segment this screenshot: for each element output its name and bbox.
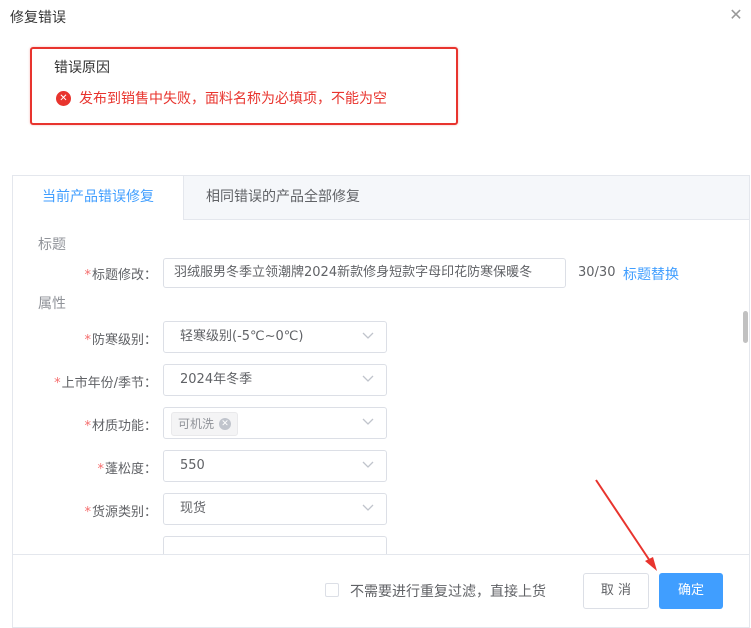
chevron-down-icon (362, 375, 374, 382)
section-title-heading: 标题 (38, 237, 66, 253)
title-replace-link[interactable]: 标题替换 (623, 264, 679, 284)
error-line: ✕ 发布到销售中失败，面料名称为必填项，不能为空 (56, 88, 387, 108)
error-reason-box: 错误原因 ✕ 发布到销售中失败，面料名称为必填项，不能为空 (30, 47, 458, 125)
select-value: 550 (180, 458, 205, 473)
tab-current-product[interactable]: 当前产品错误修复 (13, 176, 184, 220)
confirm-button[interactable]: 确定 (659, 573, 723, 609)
select-material-function[interactable]: 可机洗 ✕ (163, 407, 387, 439)
select-fill-power[interactable]: 550 (163, 450, 387, 482)
select-cold-level[interactable]: 轻寒级别(-5℃~0℃) (163, 321, 387, 353)
section-attributes-heading: 属性 (38, 296, 66, 312)
skip-duplicate-checkbox[interactable] (325, 583, 339, 597)
dialog-title: 修复错误 (10, 10, 66, 26)
required-mark: * (84, 268, 91, 283)
cancel-button[interactable]: 取 消 (583, 573, 649, 609)
tag-close-icon[interactable]: ✕ (219, 418, 232, 430)
required-mark: * (84, 333, 91, 348)
error-heading: 错误原因 (54, 60, 110, 76)
attr-label-year-season: *上市年份/季节： (33, 372, 157, 391)
title-field-label: *标题修改： (75, 264, 157, 283)
chevron-down-icon (362, 461, 374, 468)
attr-label-text: 防寒级别： (91, 333, 157, 348)
scrollbar-thumb[interactable] (743, 311, 748, 343)
selected-tag: 可机洗 ✕ (171, 412, 239, 436)
required-mark: * (54, 376, 61, 391)
tab-bar: 当前产品错误修复 相同错误的产品全部修复 (13, 176, 749, 220)
attr-label-text: 货源类别： (91, 505, 157, 520)
chevron-down-icon (362, 332, 374, 339)
attr-label-material-function: *材质功能： (33, 415, 157, 434)
attr-label-fill-power: *蓬松度： (33, 458, 157, 477)
error-circle-icon: ✕ (56, 90, 71, 106)
chevron-down-icon (362, 504, 374, 511)
required-mark: * (84, 505, 91, 520)
select-next-partial[interactable] (163, 536, 387, 554)
required-mark: * (84, 419, 91, 434)
attr-label-text: 上市年份/季节： (61, 376, 157, 391)
title-input[interactable]: 羽绒服男冬季立领潮牌2024新款修身短款字母印花防寒保暖冬 (163, 258, 566, 288)
required-mark: * (97, 462, 104, 477)
title-char-count: 30/30 (578, 265, 616, 280)
tab-same-error-all[interactable]: 相同错误的产品全部修复 (206, 176, 360, 219)
footer-divider (13, 554, 749, 555)
repair-panel: 当前产品错误修复 相同错误的产品全部修复 标题 *标题修改： 羽绒服男冬季立领潮… (12, 175, 750, 628)
select-value: 2024年冬季 (180, 372, 253, 387)
select-value: 现货 (180, 501, 207, 516)
title-field-label-text: 标题修改： (91, 268, 157, 283)
chevron-down-icon (362, 418, 374, 425)
attr-label-cold-level: *防寒级别： (33, 329, 157, 348)
attr-label-supply-type: *货源类别： (33, 501, 157, 520)
error-message: 发布到销售中失败，面料名称为必填项，不能为空 (79, 91, 387, 107)
close-icon[interactable]: ✕ (727, 6, 745, 24)
select-year-season[interactable]: 2024年冬季 (163, 364, 387, 396)
skip-duplicate-label[interactable]: 不需要进行重复过滤，直接上货 (350, 581, 546, 601)
attr-label-text: 蓬松度： (104, 462, 157, 477)
tag-label: 可机洗 (178, 417, 215, 431)
select-value: 轻寒级别(-5℃~0℃) (180, 329, 304, 344)
attr-label-text: 材质功能： (91, 419, 157, 434)
select-supply-type[interactable]: 现货 (163, 493, 387, 525)
